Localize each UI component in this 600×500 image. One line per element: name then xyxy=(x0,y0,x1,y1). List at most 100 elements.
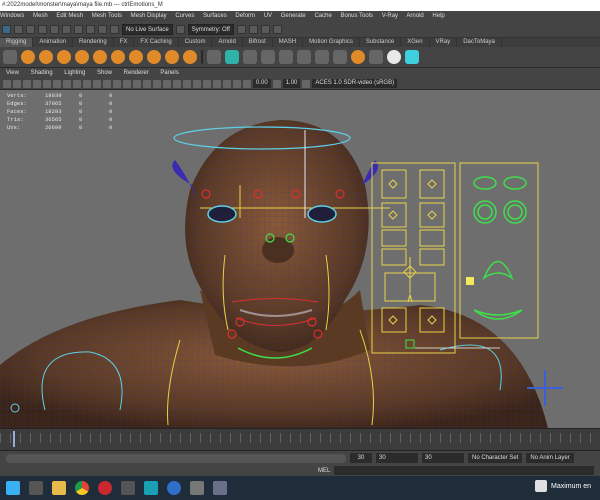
menu-vray[interactable]: V-Ray xyxy=(382,13,398,19)
hypershade-icon[interactable] xyxy=(272,25,282,34)
symmetry-icon[interactable] xyxy=(175,25,185,34)
tab-animation[interactable]: Animation xyxy=(33,38,74,47)
c-app-icon[interactable] xyxy=(167,481,181,495)
photos-icon[interactable] xyxy=(190,481,204,495)
menu-mesh-display[interactable]: Mesh Display xyxy=(131,13,167,19)
tab-fx-caching[interactable]: FX Caching xyxy=(134,38,179,47)
snap-curve-icon[interactable] xyxy=(62,25,71,34)
panel-menu-show[interactable]: Show xyxy=(97,70,112,76)
tab-rigging[interactable]: Rigging xyxy=(0,38,34,47)
smooth-shade-icon[interactable] xyxy=(113,79,121,88)
ipr-render-icon[interactable] xyxy=(248,25,258,34)
tab-rendering[interactable]: Rendering xyxy=(73,38,114,47)
tab-motion-graphics[interactable]: Motion Graphics xyxy=(303,38,360,47)
shelf-tool-3-icon[interactable] xyxy=(57,50,71,64)
tab-fx[interactable]: FX xyxy=(114,38,135,47)
shelf-cube-icon[interactable] xyxy=(369,50,383,64)
render-settings-icon[interactable] xyxy=(260,25,270,34)
chrome-icon[interactable] xyxy=(75,481,89,495)
time-slider-playhead[interactable] xyxy=(13,431,15,447)
tab-dactomaya[interactable]: DacToMaya xyxy=(457,38,502,47)
shelf-settings-icon[interactable] xyxy=(3,50,17,64)
shadows-icon[interactable] xyxy=(153,79,161,88)
tab-vray[interactable]: VRay xyxy=(430,38,458,47)
lights-icon[interactable] xyxy=(143,79,151,88)
start-icon[interactable] xyxy=(6,481,20,495)
magnet-icon[interactable] xyxy=(110,25,119,34)
tab-substance[interactable]: Substance xyxy=(360,38,402,47)
mel-label[interactable]: MEL xyxy=(318,468,330,474)
panel-menu-renderer[interactable]: Renderer xyxy=(124,70,149,76)
snap-surface-icon[interactable] xyxy=(98,25,107,34)
grid-icon[interactable] xyxy=(43,79,51,88)
shelf-script-icon[interactable] xyxy=(351,50,365,64)
film-gate-icon[interactable] xyxy=(53,79,61,88)
component-mode-icon[interactable] xyxy=(38,25,47,34)
shelf-tool-6-icon[interactable] xyxy=(111,50,125,64)
menu-mesh-tools[interactable]: Mesh Tools xyxy=(92,13,122,19)
menu-arnold[interactable]: Arnold xyxy=(406,13,423,19)
symmetry-field[interactable]: Symmetry: Off xyxy=(187,24,234,35)
menu-uv[interactable]: UV xyxy=(264,13,272,19)
live-surface-field[interactable]: No Live Surface xyxy=(122,24,173,35)
isolate-select-icon[interactable] xyxy=(203,79,211,88)
mel-input[interactable] xyxy=(334,466,595,475)
shelf-tool-8-icon[interactable] xyxy=(147,50,161,64)
menu-generate[interactable]: Generate xyxy=(281,13,306,19)
anti-alias-icon[interactable] xyxy=(183,79,191,88)
shelf-tool-7-icon[interactable] xyxy=(129,50,143,64)
shelf-joint-icon[interactable] xyxy=(207,50,221,64)
tab-bifrost[interactable]: Bifrost xyxy=(243,38,273,47)
color-space-dropdown[interactable]: ACES 1.0 SDR-video (sRGB) xyxy=(312,79,398,88)
shelf-blend-icon[interactable] xyxy=(315,50,329,64)
menu-curves[interactable]: Curves xyxy=(175,13,194,19)
range-start-field[interactable]: 30 xyxy=(350,453,372,463)
shelf-tool-9-icon[interactable] xyxy=(165,50,179,64)
xray-icon[interactable] xyxy=(213,79,221,88)
tab-xgen[interactable]: XGen xyxy=(401,38,430,47)
wireframe-icon[interactable] xyxy=(103,79,111,88)
color-management-icon[interactable] xyxy=(302,79,311,88)
depth-of-field-icon[interactable] xyxy=(193,79,201,88)
field-chart-icon[interactable] xyxy=(83,79,91,88)
maya-icon[interactable] xyxy=(144,481,158,495)
menu-deform[interactable]: Deform xyxy=(235,13,255,19)
tab-arnold[interactable]: Arnold xyxy=(212,38,243,47)
shelf-constraint-icon[interactable] xyxy=(333,50,347,64)
shelf-tool-2-icon[interactable] xyxy=(39,50,53,64)
file-explorer-icon[interactable] xyxy=(52,481,66,495)
menu-windows[interactable]: Windows xyxy=(0,13,24,19)
bookmarks-icon[interactable] xyxy=(23,79,31,88)
exposure-field[interactable]: 0.00 xyxy=(253,79,271,88)
animation-end-field[interactable]: 30 xyxy=(422,453,464,463)
panel-menu-shading[interactable]: Shading xyxy=(31,70,53,76)
backface-icon[interactable] xyxy=(233,79,241,88)
menu-mesh[interactable]: Mesh xyxy=(33,13,48,19)
panel-menu-panels[interactable]: Panels xyxy=(160,70,178,76)
time-slider[interactable] xyxy=(0,428,600,450)
snap-grid-icon[interactable] xyxy=(50,25,59,34)
shelf-tool-10-icon[interactable] xyxy=(183,50,197,64)
exposure-icon[interactable] xyxy=(243,79,251,88)
anim-layer-dropdown[interactable]: No Anim Layer xyxy=(526,453,574,463)
shelf-cluster-icon[interactable] xyxy=(261,50,275,64)
snap-point-icon[interactable] xyxy=(74,25,83,34)
image-plane-icon[interactable] xyxy=(33,79,41,88)
tab-mash[interactable]: MASH xyxy=(273,38,304,47)
menu-edit-mesh[interactable]: Edit Mesh xyxy=(56,13,83,19)
resolution-gate-icon[interactable] xyxy=(63,79,71,88)
shelf-tool-4-icon[interactable] xyxy=(75,50,89,64)
gate-mask-icon[interactable] xyxy=(73,79,81,88)
shelf-ghost-icon[interactable] xyxy=(387,50,401,64)
shelf-lattice-icon[interactable] xyxy=(279,50,293,64)
menu-help[interactable]: Help xyxy=(432,13,444,19)
render-icon[interactable] xyxy=(236,25,246,34)
hierarchy-icon[interactable] xyxy=(14,25,23,34)
camera-select-icon[interactable] xyxy=(3,79,11,88)
notification-toast[interactable]: Maximum en xyxy=(535,480,591,492)
range-slider-track[interactable] xyxy=(6,453,346,463)
ambient-occlusion-icon[interactable] xyxy=(163,79,171,88)
shelf-wrap-icon[interactable] xyxy=(297,50,311,64)
textured-icon[interactable] xyxy=(133,79,141,88)
shelf-deformer-icon[interactable] xyxy=(243,50,257,64)
